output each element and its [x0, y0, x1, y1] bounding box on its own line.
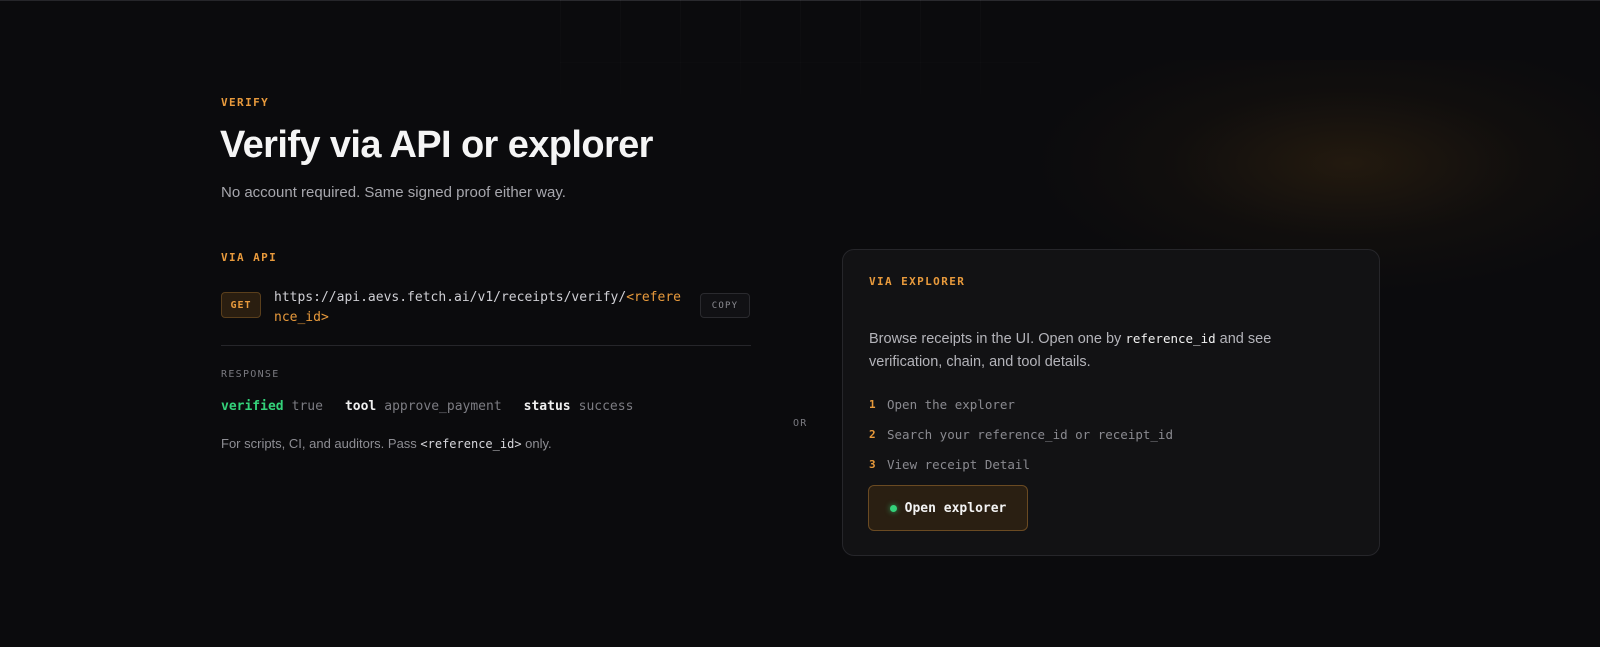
step-item: 2 Search your reference_id or receipt_id [869, 419, 1173, 449]
explorer-desc-prefix: Browse receipts in the UI. Open one by [869, 331, 1126, 347]
response-label: RESPONSE [221, 369, 280, 380]
open-explorer-label: Open explorer [904, 500, 1007, 516]
explorer-card: VIA EXPLORER Browse receipts in the UI. … [842, 249, 1380, 556]
page-subtitle: No account required. Same signed proof e… [221, 184, 566, 201]
via-explorer-label: VIA EXPLORER [869, 275, 966, 288]
response-value-tool: approve_payment [384, 399, 502, 414]
page-title: Verify via API or explorer [220, 124, 653, 166]
response-key-status: status [523, 399, 571, 414]
open-explorer-button[interactable]: Open explorer [868, 485, 1028, 531]
response-key-tool: tool [344, 399, 377, 414]
step-item: 1 Open the explorer [869, 389, 1173, 419]
copy-button[interactable]: COPY [700, 293, 750, 318]
divider [221, 345, 751, 346]
step-number: 3 [869, 457, 876, 471]
via-api-label: VIA API [221, 251, 278, 264]
api-note-suffix: only. [521, 436, 552, 451]
http-method-badge: GET [221, 292, 261, 318]
section-eyebrow: VERIFY [221, 96, 270, 109]
or-separator: OR [793, 418, 808, 429]
step-number: 2 [869, 427, 876, 441]
endpoint-base: https://api.aevs.fetch.ai/v1/receipts/ve… [274, 290, 627, 305]
response-key-verified: verified [221, 399, 284, 414]
explorer-desc-code: reference_id [1125, 331, 1216, 346]
status-dot-icon [889, 504, 897, 512]
step-item: 3 View receipt Detail [869, 449, 1173, 479]
step-number: 1 [869, 397, 876, 411]
response-value-status: success [578, 399, 634, 414]
api-note: For scripts, CI, and auditors. Pass <ref… [221, 436, 552, 451]
explorer-steps: 1 Open the explorer 2 Search your referenc… [869, 389, 1173, 479]
explorer-description: Browse receipts in the UI. Open one by r… [869, 327, 1339, 374]
api-note-code: <reference_id> [420, 437, 522, 451]
top-border [0, 0, 1600, 1]
step-text: View receipt Detail [887, 456, 1030, 472]
response-value-verified: true [291, 399, 323, 414]
api-endpoint-url[interactable]: https://api.aevs.fetch.ai/v1/receipts/ve… [274, 288, 684, 328]
step-text: Open the explorer [887, 396, 1015, 412]
api-note-prefix: For scripts, CI, and auditors. Pass [221, 436, 421, 451]
response-fields: verified true tool approve_payment statu… [221, 399, 655, 414]
background-grid [560, 0, 1040, 130]
step-text: Search your reference_id or receipt_id [887, 426, 1173, 442]
